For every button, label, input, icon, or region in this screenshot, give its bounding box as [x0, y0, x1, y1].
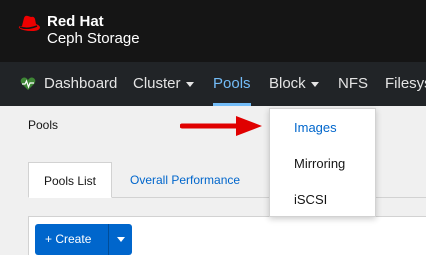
tab-pools-list[interactable]: Pools List [28, 162, 112, 198]
main-navbar: Dashboard Cluster Pools Block NFS Filesy… [0, 62, 426, 106]
chevron-down-icon [310, 81, 319, 87]
nav-block-label: Block [269, 75, 306, 92]
tab-overall-performance[interactable]: Overall Performance [130, 162, 240, 198]
brand-name: Red Hat [47, 13, 104, 30]
create-dropdown-toggle-icon[interactable] [117, 237, 125, 242]
nav-pools-label: Pools [213, 75, 251, 92]
chevron-down-icon [185, 81, 194, 87]
masthead: Red Hat Ceph Storage [0, 0, 426, 62]
menu-item-images[interactable]: Images [270, 110, 375, 146]
heartbeat-icon [20, 77, 36, 90]
menu-item-iscsi[interactable]: iSCSI [270, 182, 375, 218]
nav-block[interactable]: Block [269, 62, 319, 106]
breadcrumb: Pools [28, 118, 59, 132]
block-dropdown-menu: Images Mirroring iSCSI [269, 108, 376, 217]
nav-dashboard[interactable]: Dashboard [44, 62, 117, 106]
pools-panel: + Create [28, 216, 426, 255]
product-name: Ceph Storage [47, 30, 140, 47]
plus-icon: + [45, 232, 56, 246]
create-button[interactable]: + Create [35, 224, 132, 255]
create-button-label: + Create [45, 224, 91, 255]
nav-dashboard-label: Dashboard [44, 75, 118, 92]
nav-cluster[interactable]: Cluster [133, 62, 194, 106]
annotation-arrow-icon [180, 116, 262, 136]
redhat-fedora-icon [18, 15, 40, 31]
button-divider [108, 224, 109, 255]
nav-nfs[interactable]: NFS [338, 62, 368, 106]
nav-filesystems-label: Filesys [385, 75, 426, 92]
nav-nfs-label: NFS [338, 75, 368, 92]
create-button-text: Create [55, 232, 92, 246]
nav-pools[interactable]: Pools [213, 62, 251, 106]
menu-item-mirroring[interactable]: Mirroring [270, 146, 375, 182]
nav-filesystems[interactable]: Filesys [385, 62, 426, 106]
nav-cluster-label: Cluster [133, 75, 181, 92]
